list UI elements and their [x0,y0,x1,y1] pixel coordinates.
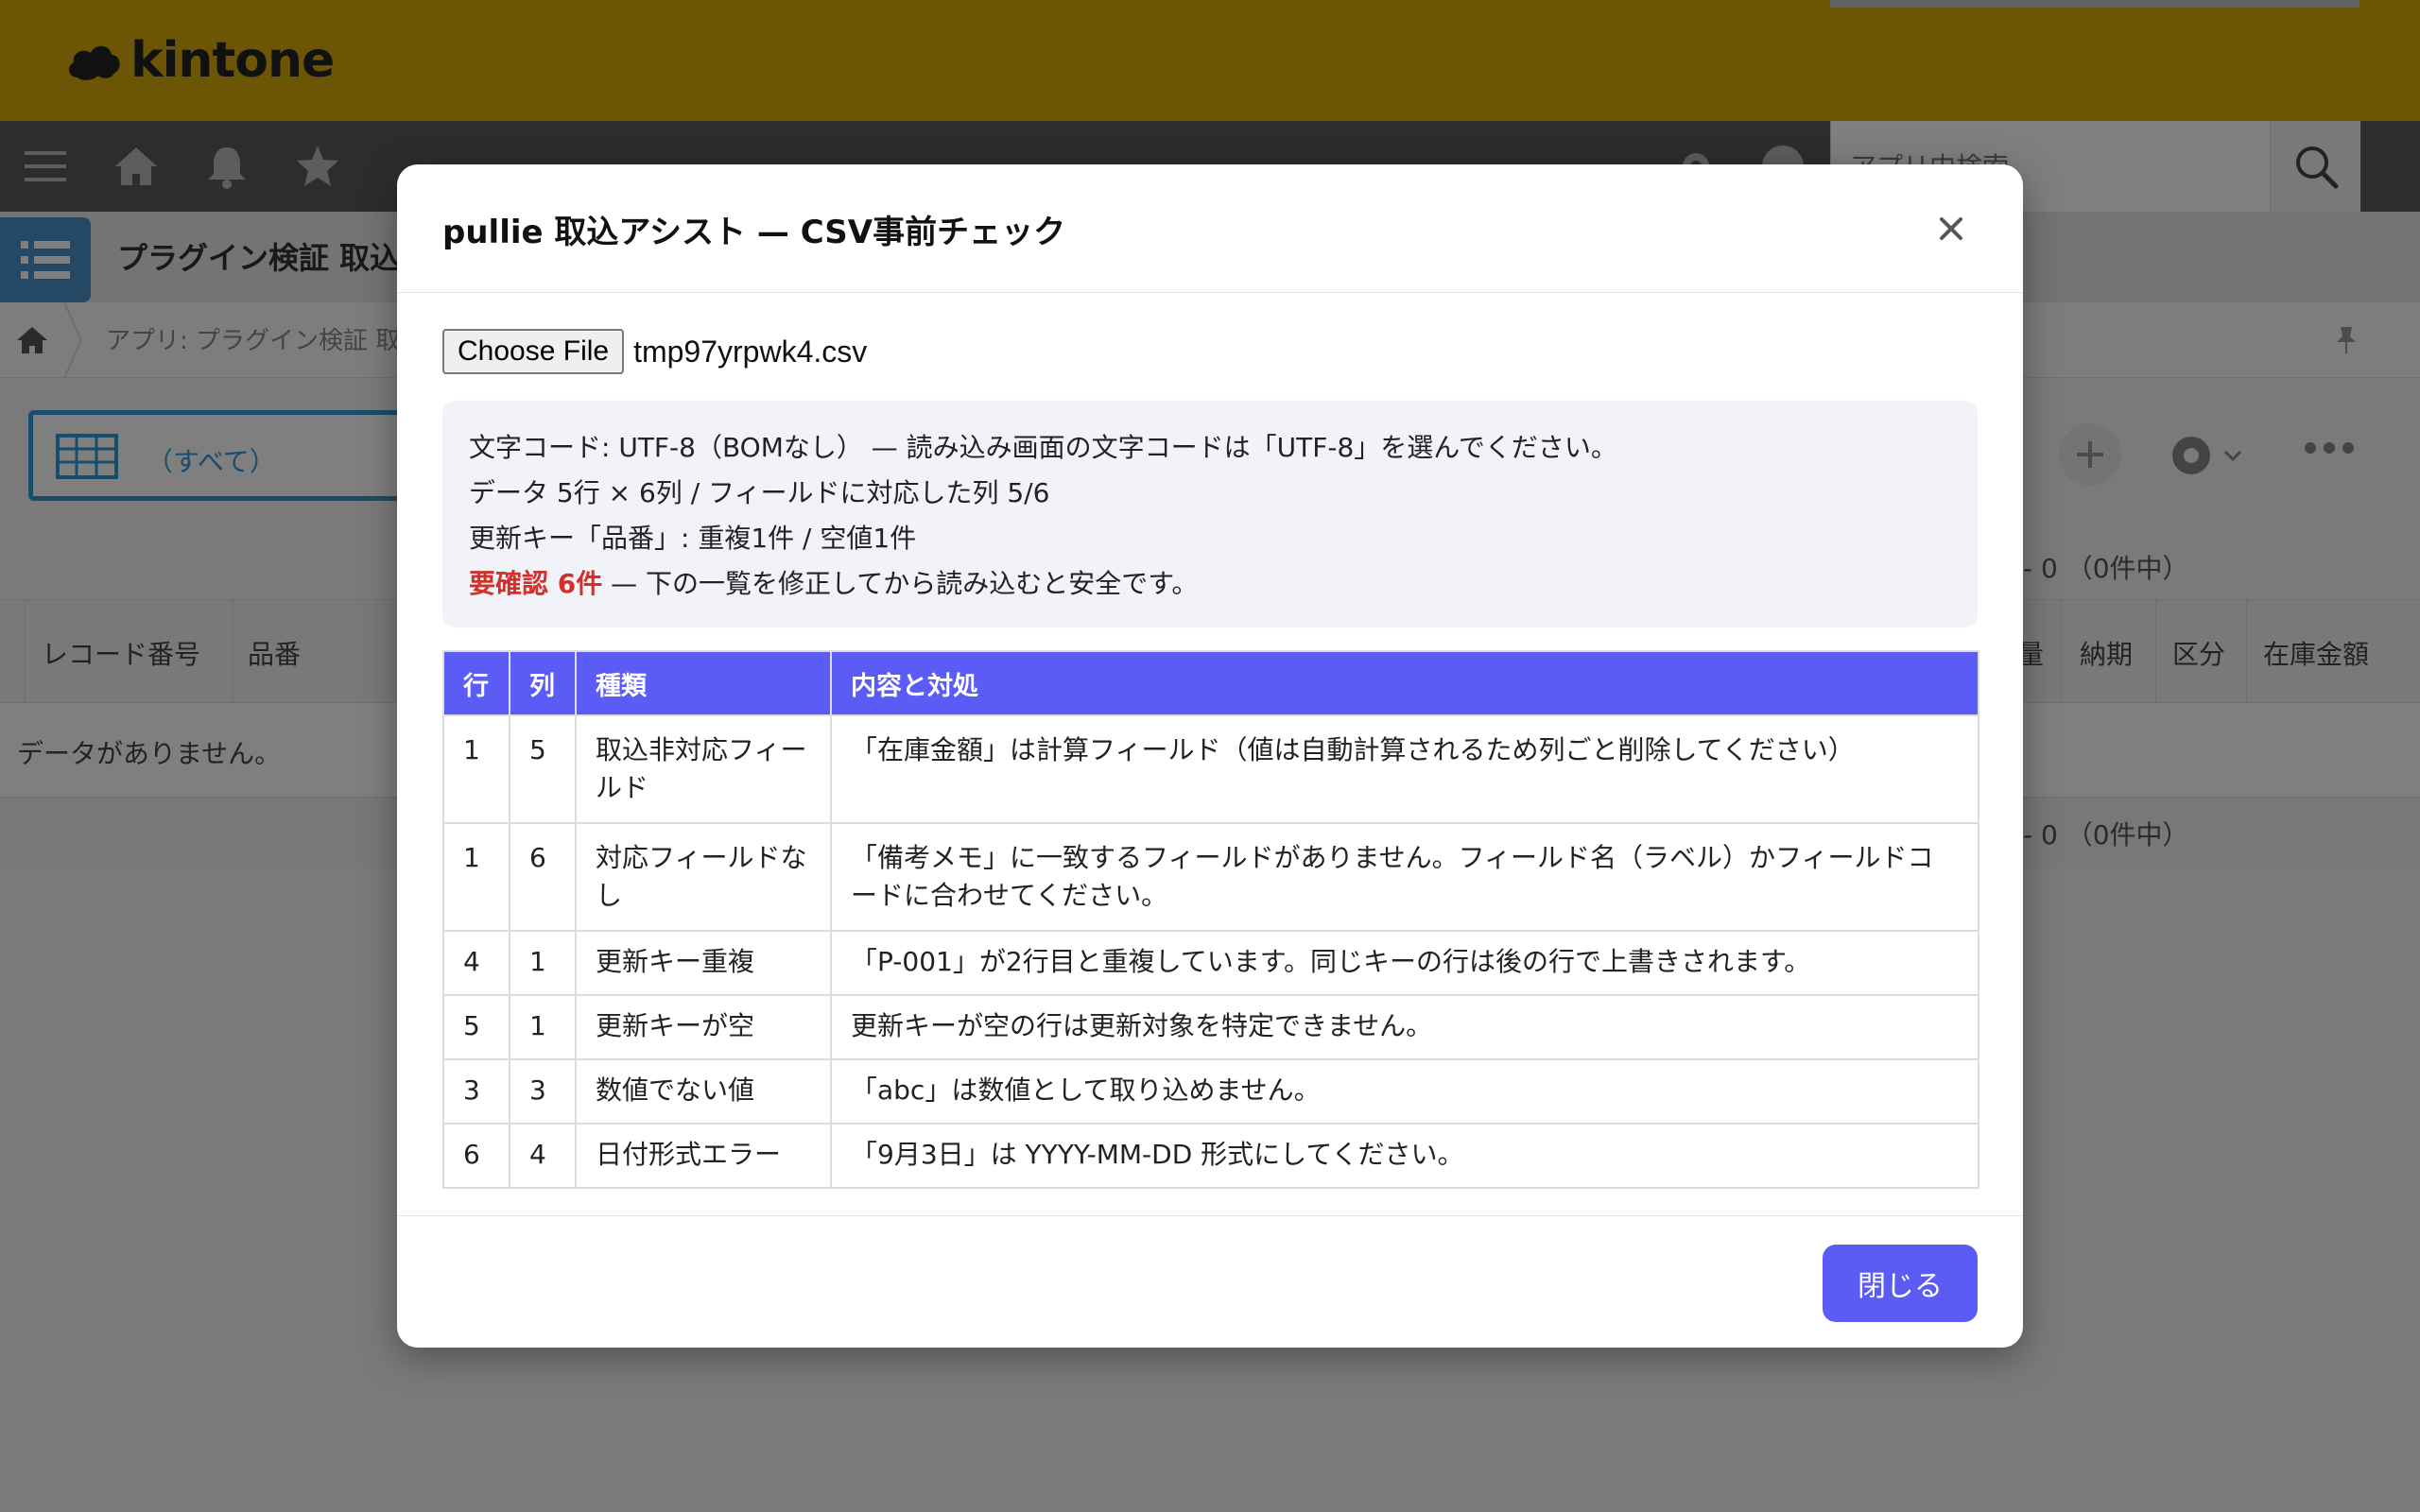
header-type: 種類 [575,650,832,716]
cell-type: 更新キー重複 [575,930,832,996]
cell-type: 対応フィールドなし [575,822,832,932]
table-row: 4 1 更新キー重複 「P-001」が2行目と重複しています。同じキーの行は後の… [442,930,1979,996]
cell-column: 1 [509,930,577,996]
cell-detail: 「在庫金額」は計算フィールド（値は自動計算されるため列ごと削除してください） [830,714,1979,824]
cell-row: 4 [442,930,510,996]
cell-detail: 「9月3日」は YYYY-MM-DD 形式にしてください。 [830,1123,1979,1189]
close-icon [1940,217,1962,240]
cell-detail: 「abc」は数値として取り込めません。 [830,1058,1979,1125]
cell-row: 3 [442,1058,510,1125]
issue-table-header: 行 列 種類 内容と対処 [442,650,1979,716]
cell-type: 取込非対応フィールド [575,714,832,824]
cell-detail: 更新キーが空の行は更新対象を特定できません。 [830,994,1979,1060]
warning-count: 要確認 6件 [469,568,603,599]
issue-table: 行 列 種類 内容と対処 1 5 取込非対応フィールド 「在庫金額」は計算フィー… [442,650,1979,1189]
choose-file-button[interactable]: Choose File [442,329,625,374]
cell-column: 3 [509,1058,577,1125]
header-detail: 内容と対処 [830,650,1979,716]
file-picker: Choose File tmp97yrpwk4.csv [442,329,867,374]
cell-column: 4 [509,1123,577,1189]
cell-column: 6 [509,822,577,932]
summary-panel: 文字コード: UTF-8（BOMなし） — 読み込み画面の文字コードは「UTF-… [442,401,1978,627]
table-row: 3 3 数値でない値 「abc」は数値として取り込めません。 [442,1058,1979,1125]
cell-row: 1 [442,714,510,824]
cell-detail: 「備考メモ」に一致するフィールドがありません。フィールド名（ラベル）かフィールド… [830,822,1979,932]
cell-row: 5 [442,994,510,1060]
warning-message: — 下の一覧を修正してから読み込むと安全です。 [602,568,1199,599]
table-row: 1 6 対応フィールドなし 「備考メモ」に一致するフィールドがありません。フィー… [442,822,1979,932]
selected-file-name: tmp97yrpwk4.csv [633,334,868,369]
dialog-footer: 閉じる [397,1215,2023,1348]
summary-key: 更新キー「品番」: 重複1件 / 空値1件 [469,523,917,554]
cell-row: 1 [442,822,510,932]
cell-type: 数値でない値 [575,1058,832,1125]
summary-warning: 要確認 6件 — 下の一覧を修正してから読み込むと安全です。 [469,561,1951,607]
table-row: 6 4 日付形式エラー 「9月3日」は YYYY-MM-DD 形式にしてください… [442,1123,1979,1189]
cell-type: 日付形式エラー [575,1123,832,1189]
summary-shape: データ 5行 × 6列 / フィールドに対応した列 5/6 [469,477,1050,508]
dialog-title: pullie 取込アシスト — CSV事前チェック [442,214,1066,251]
cell-column: 1 [509,994,577,1060]
dialog-header: pullie 取込アシスト — CSV事前チェック [397,164,2023,293]
cell-column: 5 [509,714,577,824]
header-column: 列 [509,650,577,716]
cell-type: 更新キーが空 [575,994,832,1060]
table-row: 1 5 取込非対応フィールド 「在庫金額」は計算フィールド（値は自動計算されるた… [442,714,1979,824]
header-row: 行 [442,650,510,716]
close-button[interactable]: 閉じる [1823,1245,1978,1322]
csv-check-dialog: pullie 取込アシスト — CSV事前チェック Choose File tm… [397,164,2023,1348]
cell-row: 6 [442,1123,510,1189]
dialog-close-button[interactable] [1930,208,1972,249]
cell-detail: 「P-001」が2行目と重複しています。同じキーの行は後の行で上書きされます。 [830,930,1979,996]
summary-encoding: 文字コード: UTF-8（BOMなし） — 読み込み画面の文字コードは「UTF-… [469,432,1617,463]
table-row: 5 1 更新キーが空 更新キーが空の行は更新対象を特定できません。 [442,994,1979,1060]
